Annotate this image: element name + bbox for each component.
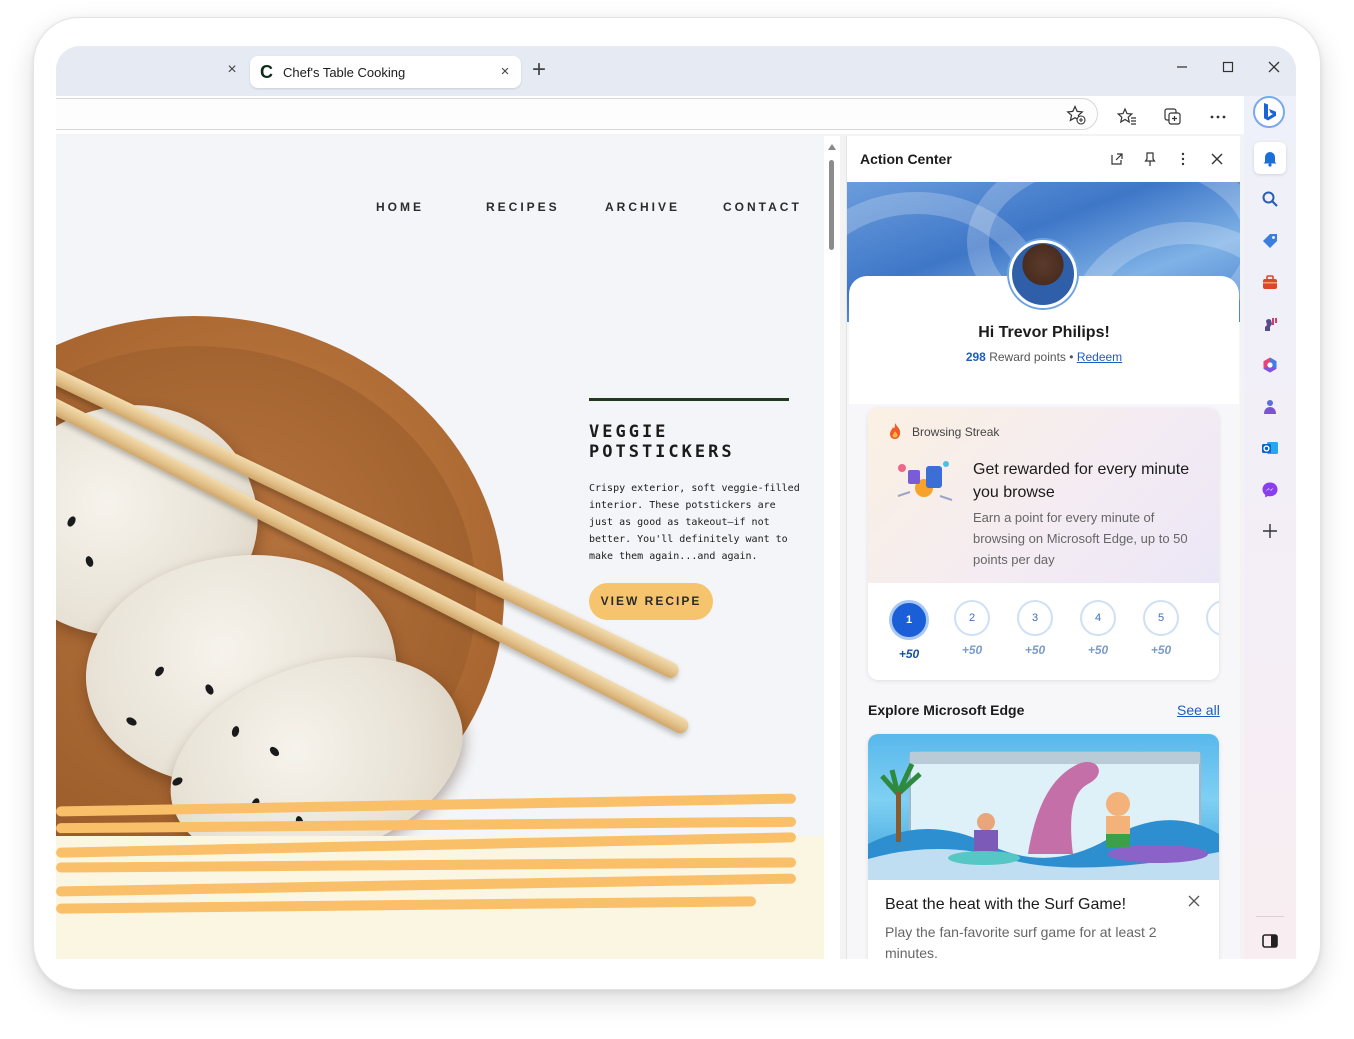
surf-game-image [868,734,1219,880]
panel-header: Action Center [847,136,1240,182]
tools-icon [1263,275,1277,289]
close-icon [1268,61,1280,73]
favorites-button[interactable] [1114,104,1140,130]
sidebar-add-button[interactable] [1254,515,1286,547]
view-recipe-button[interactable]: VIEW RECIPE [589,583,713,620]
sidebar-item-games[interactable] [1254,308,1286,340]
games-icon [1265,318,1277,331]
open-external-icon [1111,153,1123,165]
streak-heading: Get rewarded for every minute you browse [973,461,1190,501]
maximize-button[interactable] [1216,58,1240,82]
streak-label: Browsing Streak [912,425,1000,439]
sidebar-item-shopping[interactable] [1254,225,1286,257]
points-separator: • [1069,350,1074,364]
rewards-illustration-icon [897,461,953,501]
tab-chefs-table[interactable]: C Chef's Table Cooking × [250,56,521,88]
points-label: Reward points [989,350,1066,364]
close-icon [1211,153,1223,165]
favorites-icon [1116,107,1136,125]
site-favicon-icon: C [260,62,273,82]
add-favorite-icon[interactable] [1065,104,1087,126]
browser-window: × C Chef's Table Cooking × + HOME RECIPE… [56,46,1296,959]
collections-button[interactable] [1160,104,1186,130]
bing-copilot-button[interactable] [1253,96,1285,128]
webpage: HOME RECIPES ARCHIVE CONTACT VEGGIE POTS… [56,136,824,959]
sidebar-item-messenger[interactable] [1254,474,1286,506]
more-icon [1210,115,1226,119]
drop-icon [1264,400,1276,414]
scroll-up-arrow-icon[interactable] [828,144,836,150]
collections-icon [1164,108,1181,125]
sidebar-item-tools[interactable] [1254,266,1286,298]
browsing-streak-card: Browsing Streak Get rewarded for every m… [868,408,1219,680]
address-bar[interactable] [56,98,1098,130]
minimize-button[interactable] [1170,58,1194,82]
panel-close-button[interactable] [1206,148,1228,170]
nav-contact[interactable]: CONTACT [723,200,802,214]
more-options-button[interactable] [1205,104,1231,130]
outlook-icon [1262,442,1278,454]
user-avatar[interactable] [1009,240,1077,308]
scroll-thumb[interactable] [829,160,834,250]
greeting-text: Hi Trevor Philips! [978,324,1110,341]
sidebar-toggle-button[interactable] [1254,925,1286,957]
streak-day-3: 3 +50 [1015,600,1055,657]
tab-bar: × C Chef's Table Cooking × + [56,46,1296,96]
game-description: Play the fan-favorite surf game for at l… [885,924,1157,959]
game-title: Beat the heat with the Surf Game! [885,896,1127,913]
sidebar-item-notifications[interactable] [1254,142,1286,174]
sidebar-toggle-icon [1262,934,1278,948]
streak-day-6: + [1204,600,1219,657]
bell-icon [1263,152,1277,167]
action-center-panel: Action Center Hi Trevor Philips! 298 Rew [846,136,1240,959]
page-scrollbar[interactable] [824,136,840,959]
pin-icon [1144,152,1156,166]
title-accent-line [589,398,789,401]
nav-archive[interactable]: ARCHIVE [605,200,680,214]
vertical-more-icon [1181,152,1185,166]
surf-game-card[interactable]: Beat the heat with the Surf Game! Play t… [868,734,1219,959]
minimize-icon [1177,66,1187,68]
streak-day-1: 1 +50 [889,600,929,661]
explore-heading: Explore Microsoft Edge [868,702,1025,718]
nav-home[interactable]: HOME [376,200,424,214]
sidebar-item-drop[interactable] [1254,391,1286,423]
streak-body: Earn a point for every minute of browsin… [973,510,1188,567]
dismiss-card-button[interactable] [1184,894,1204,914]
close-icon [1188,895,1200,907]
new-tab-button[interactable]: + [528,58,550,82]
shopping-tag-icon [1263,234,1277,248]
panel-more-button[interactable] [1172,148,1194,170]
sidebar-item-search[interactable] [1254,183,1286,215]
sidebar-item-outlook[interactable] [1254,432,1286,464]
microsoft365-icon [1263,357,1277,373]
recipe-description: Crispy exterior, soft veggie-filled inte… [589,483,800,562]
bing-icon [1253,96,1285,128]
messenger-icon [1262,482,1278,498]
reward-points: 298 Reward points • Redeem [847,350,1240,364]
points-value: 298 [965,350,986,364]
edge-sidebar [1244,96,1296,959]
see-all-link[interactable]: See all [1177,702,1220,718]
streak-day-5: 5 +50 [1141,600,1181,657]
streak-day-4: 4 +50 [1078,600,1118,657]
open-in-new-button[interactable] [1106,148,1128,170]
sidebar-item-microsoft365[interactable] [1254,349,1286,381]
search-icon [1262,191,1278,207]
toolbar [56,96,1296,134]
maximize-icon [1222,61,1234,73]
pin-button[interactable] [1139,148,1161,170]
sidebar-divider [1256,916,1284,917]
tab-title: Chef's Table Cooking [283,65,406,80]
streak-day-2: 2 +50 [952,600,992,657]
add-icon [1263,524,1277,538]
tab-close-button[interactable]: × [495,62,515,82]
redeem-link[interactable]: Redeem [1077,350,1122,364]
recipe-title: VEGGIE POTSTICKERS [589,422,735,462]
flame-icon [890,423,901,439]
panel-title: Action Center [860,151,952,167]
window-close-button[interactable] [1262,58,1286,82]
nav-recipes[interactable]: RECIPES [486,200,560,214]
inactive-tab-close-button[interactable]: × [222,60,242,80]
